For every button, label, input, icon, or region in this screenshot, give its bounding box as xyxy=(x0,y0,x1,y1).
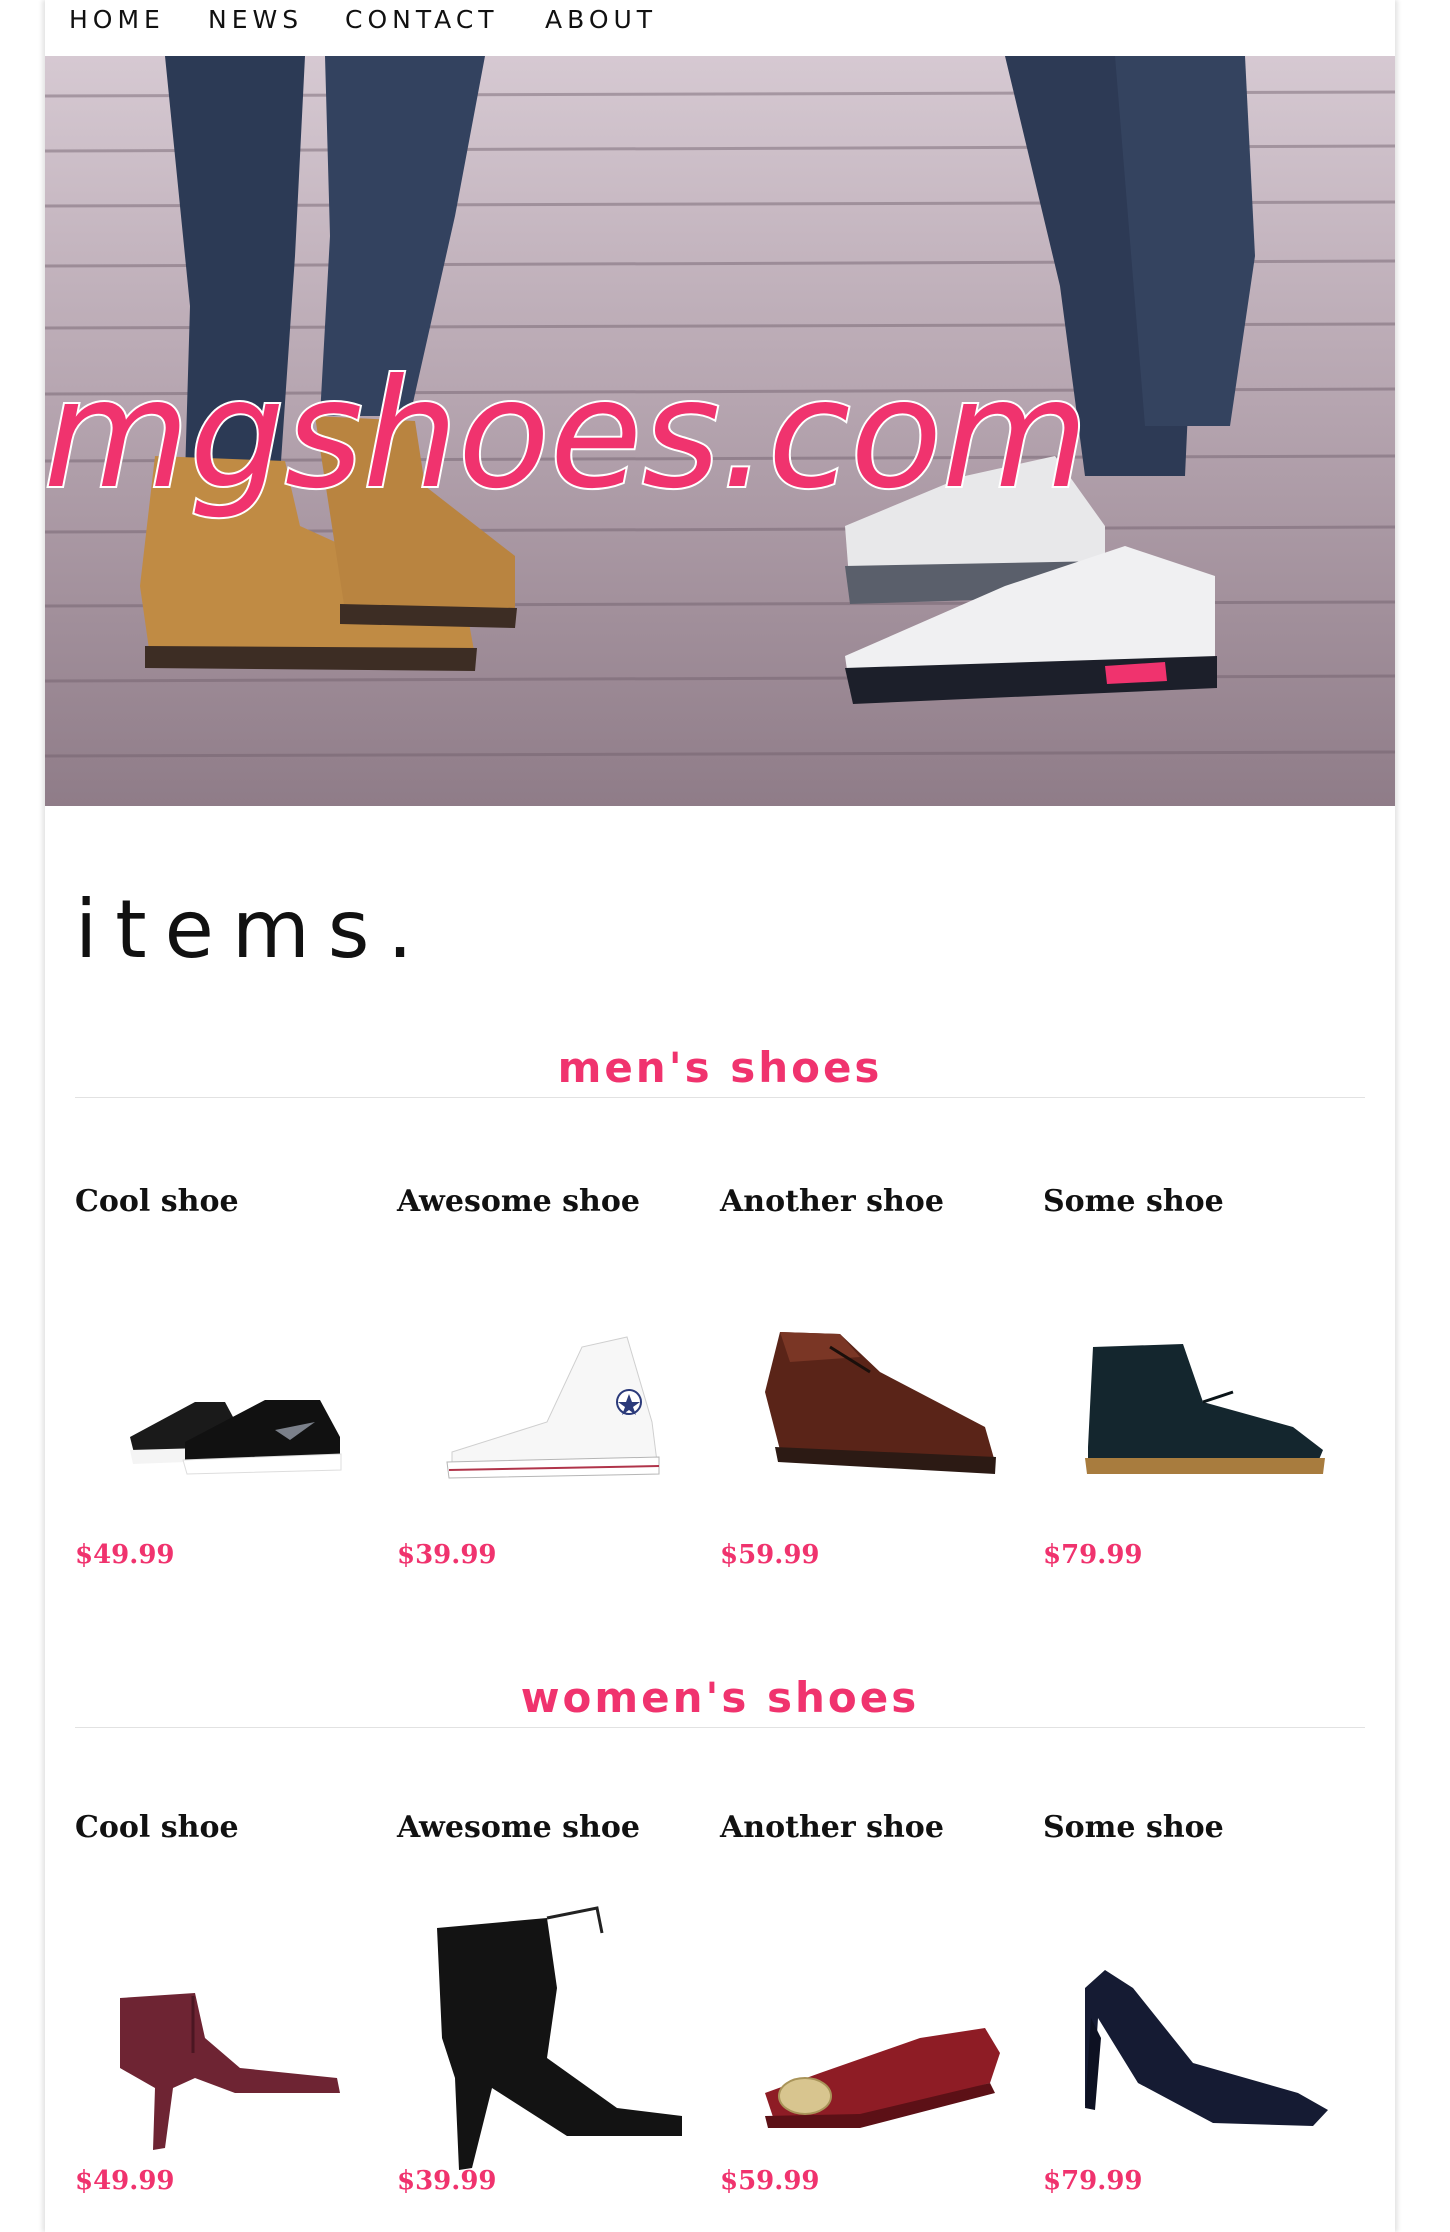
hero-logo: omgshoes.com xyxy=(45,348,1088,522)
hero-banner: omgshoes.com xyxy=(45,56,1395,806)
nav-home[interactable]: HOME xyxy=(69,2,165,38)
black-running-sneakers-image[interactable] xyxy=(75,1252,375,1552)
nav-news[interactable]: NEWS xyxy=(208,2,303,38)
navy-suede-chukka-image[interactable] xyxy=(1043,1252,1343,1552)
burgundy-ankle-bootie-image[interactable] xyxy=(75,1878,375,2178)
nav-contact[interactable]: CONTACT xyxy=(345,2,499,38)
navy-pump-image[interactable] xyxy=(1043,1878,1343,2178)
product-price: $39.99 xyxy=(397,1540,497,1570)
red-ballet-flat-image[interactable] xyxy=(720,1878,1020,2178)
brown-leather-oxford-image[interactable] xyxy=(720,1252,1020,1552)
product-price: $79.99 xyxy=(1043,1540,1143,1570)
product-price: $79.99 xyxy=(1043,2166,1143,2196)
womens-shoes-heading: women's shoes xyxy=(520,1673,920,1722)
product-name[interactable]: Another shoe xyxy=(720,1182,944,1222)
page-container: HOME NEWS CONTACT ABOUT omgshoes.com ite… xyxy=(45,0,1395,2232)
product-name[interactable]: Some shoe xyxy=(1043,1182,1224,1222)
product-price: $59.99 xyxy=(720,2166,820,2196)
top-nav: HOME NEWS CONTACT ABOUT xyxy=(45,0,1395,56)
product-name[interactable]: Cool shoe xyxy=(75,1808,239,1848)
mens-divider xyxy=(75,1097,1365,1098)
nav-about[interactable]: ABOUT xyxy=(545,2,657,38)
womens-divider xyxy=(75,1727,1365,1728)
product-name[interactable]: Awesome shoe xyxy=(397,1182,640,1222)
product-name[interactable]: Awesome shoe xyxy=(397,1808,640,1848)
product-price: $49.99 xyxy=(75,1540,175,1570)
product-price: $49.99 xyxy=(75,2166,175,2196)
product-name[interactable]: Another shoe xyxy=(720,1808,944,1848)
product-name[interactable]: Cool shoe xyxy=(75,1182,239,1222)
hero-photo: omgshoes.com xyxy=(45,56,1395,806)
product-price: $39.99 xyxy=(397,2166,497,2196)
mens-shoes-heading: men's shoes xyxy=(557,1043,883,1092)
white-high-top-canvas-image[interactable] xyxy=(397,1252,697,1552)
product-price: $59.99 xyxy=(720,1540,820,1570)
product-name[interactable]: Some shoe xyxy=(1043,1808,1224,1848)
black-peep-toe-bootie-image[interactable] xyxy=(397,1878,697,2178)
items-heading: items. xyxy=(75,883,431,976)
